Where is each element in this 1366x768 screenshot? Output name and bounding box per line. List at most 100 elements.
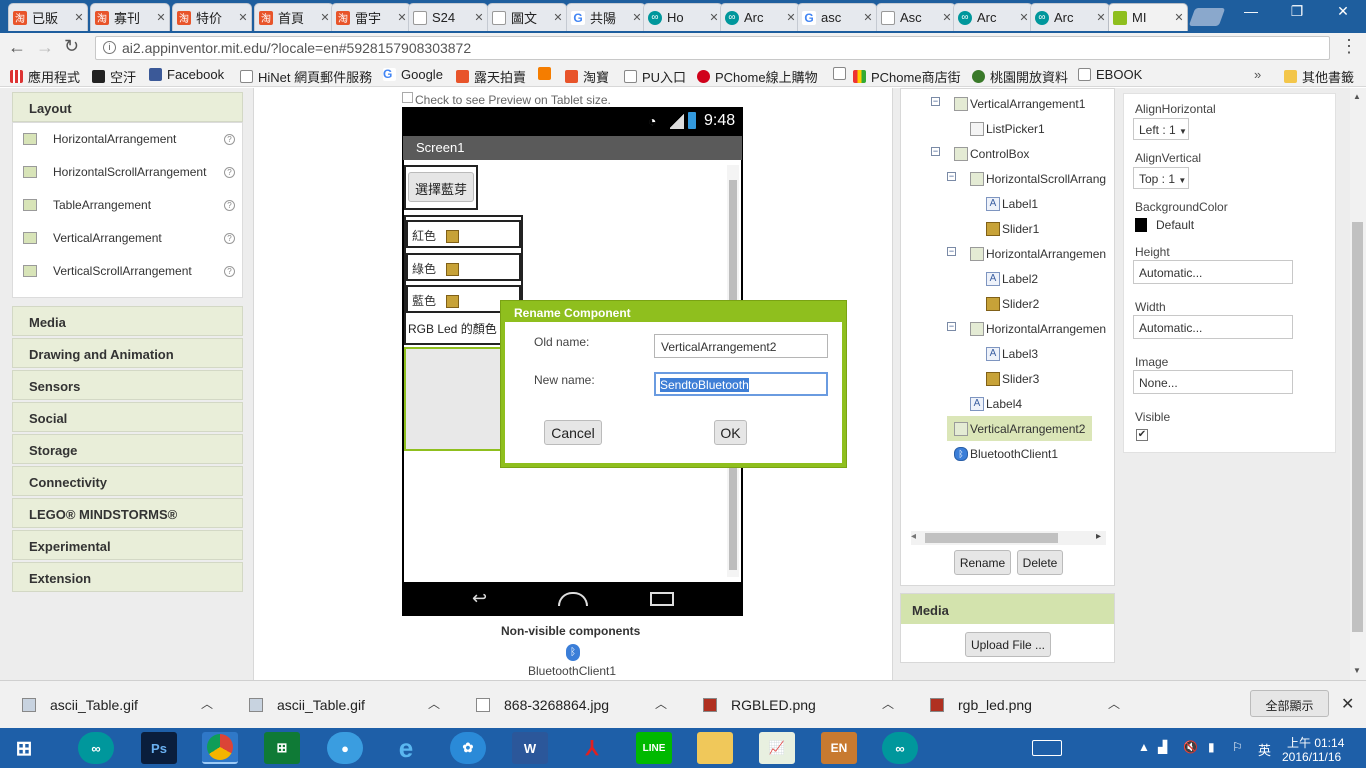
browser-tab[interactable]: 淘首頁 ✕ bbox=[254, 3, 334, 31]
close-tab-icon[interactable]: ✕ bbox=[319, 11, 331, 24]
tablet-preview-checkbox[interactable] bbox=[402, 92, 413, 103]
browser-tab[interactable]: Gasc ✕ bbox=[797, 3, 877, 31]
close-window-button[interactable]: ✕ bbox=[1320, 0, 1366, 22]
download-item[interactable]: ascii_Table.gif bbox=[249, 697, 365, 713]
tree-item[interactable]: HorizontalArrangemen bbox=[970, 322, 1106, 336]
tray-up-icon[interactable]: ▲ bbox=[1138, 740, 1150, 754]
start-button[interactable]: ⊞ bbox=[6, 732, 42, 764]
help-icon[interactable]: ? bbox=[224, 232, 235, 244]
tree-item-selected[interactable]: VerticalArrangement2 bbox=[947, 416, 1092, 441]
bookmark-apps[interactable]: 應用程式 bbox=[10, 67, 80, 86]
close-tab-icon[interactable]: ✕ bbox=[396, 11, 408, 24]
show-all-button[interactable]: 全部顯示 bbox=[1250, 690, 1329, 717]
word-icon[interactable]: W bbox=[512, 732, 548, 764]
bluetooth-icon[interactable]: ᛒ bbox=[566, 644, 580, 661]
image-field[interactable]: None... bbox=[1133, 370, 1293, 394]
bookmark-item[interactable]: 空汙 bbox=[92, 67, 136, 86]
palette-item[interactable]: HorizontalArrangement? bbox=[23, 129, 237, 149]
download-chevron-icon[interactable]: ︿ bbox=[428, 695, 440, 712]
store-icon[interactable]: ⊞ bbox=[264, 732, 300, 764]
slider-icon[interactable] bbox=[446, 263, 460, 277]
page-scrollbar[interactable]: ▲ ▼ bbox=[1350, 88, 1366, 680]
tree-item[interactable]: ControlBox bbox=[954, 147, 1029, 161]
download-item[interactable]: RGBLED.png bbox=[703, 697, 816, 713]
listpicker-button[interactable]: 選擇藍芽 bbox=[408, 172, 474, 202]
tree-item[interactable]: A Label1 bbox=[986, 197, 1038, 211]
visible-checkbox[interactable]: ✔ bbox=[1136, 429, 1148, 441]
bookmark-item[interactable]: EBOOK bbox=[1078, 67, 1142, 82]
palette-category-extension[interactable]: Extension bbox=[12, 562, 243, 592]
bookmark-item[interactable]: 淘寶 bbox=[565, 67, 609, 86]
tree-item[interactable]: Slider1 bbox=[986, 222, 1039, 236]
file-explorer-icon[interactable] bbox=[697, 732, 733, 764]
scrollbar-thumb[interactable] bbox=[925, 533, 1058, 543]
collapse-toggle[interactable]: − bbox=[947, 322, 956, 331]
other-bookmarks[interactable]: 其他書籤 bbox=[1284, 67, 1354, 86]
browser-tab[interactable]: G 共陽 ✕ bbox=[566, 3, 646, 31]
help-icon[interactable]: ? bbox=[224, 166, 235, 178]
tree-item[interactable]: Slider2 bbox=[986, 297, 1039, 311]
line-icon[interactable]: LINE bbox=[636, 732, 672, 764]
scrollbar-thumb[interactable] bbox=[1352, 222, 1363, 632]
bookmark-item[interactable]: 露天拍賣 bbox=[456, 67, 526, 86]
download-chevron-icon[interactable]: ︿ bbox=[201, 695, 213, 712]
browser-tab[interactable]: 圖文 ✕ bbox=[487, 3, 567, 31]
collapse-toggle[interactable]: − bbox=[947, 247, 956, 256]
arduino-icon[interactable]: ∞ bbox=[78, 732, 114, 764]
language-bar-icon[interactable]: EN bbox=[821, 732, 857, 764]
scroll-up-icon[interactable]: ▲ bbox=[1353, 92, 1361, 101]
download-chevron-icon[interactable]: ︿ bbox=[655, 695, 667, 712]
download-chevron-icon[interactable]: ︿ bbox=[1108, 695, 1120, 712]
download-item[interactable]: rgb_led.png bbox=[930, 697, 1032, 713]
palette-item[interactable]: VerticalArrangement? bbox=[23, 228, 237, 248]
scroll-left-icon[interactable]: ◂ bbox=[911, 531, 916, 542]
tree-item[interactable]: A Label3 bbox=[986, 347, 1038, 361]
bookmark-item[interactable]: PChome商店街 bbox=[833, 67, 851, 80]
tray-date[interactable]: 2016/11/16 bbox=[1282, 750, 1341, 764]
ie-icon[interactable]: e bbox=[388, 732, 424, 764]
chart-app-icon[interactable]: 📈 bbox=[759, 732, 795, 764]
scroll-down-icon[interactable]: ▼ bbox=[1353, 666, 1361, 675]
close-tab-icon[interactable]: ✕ bbox=[862, 11, 874, 24]
close-tab-icon[interactable]: ✕ bbox=[155, 11, 167, 24]
palette-category-connectivity[interactable]: Connectivity bbox=[12, 466, 243, 496]
scroll-right-icon[interactable]: ▸ bbox=[1096, 531, 1101, 542]
network-icon[interactable]: ▟ bbox=[1158, 740, 1167, 754]
close-tab-icon[interactable]: ✕ bbox=[552, 11, 564, 24]
photoshop-icon[interactable]: Ps bbox=[141, 732, 177, 764]
collapse-toggle[interactable]: − bbox=[931, 147, 940, 156]
tree-item[interactable]: A Label4 bbox=[970, 397, 1022, 411]
network-app-icon[interactable]: ✿ bbox=[450, 732, 486, 764]
menu-icon[interactable]: ⋮ bbox=[1340, 36, 1358, 57]
new-name-input[interactable]: SendtoBluetooth bbox=[654, 372, 828, 396]
bookmark-item[interactable]: G Google bbox=[383, 67, 443, 82]
close-tab-icon[interactable]: ✕ bbox=[73, 11, 85, 24]
palette-category-social[interactable]: Social bbox=[12, 402, 243, 432]
palette-category-experimental[interactable]: Experimental bbox=[12, 530, 243, 560]
browser-tab[interactable]: ∞ Arc ✕ bbox=[953, 3, 1033, 31]
palette-item[interactable]: VerticalScrollArrangement? bbox=[23, 261, 237, 281]
close-tab-icon[interactable]: ✕ bbox=[1018, 11, 1030, 24]
address-bar[interactable]: i ai2.appinventor.mit.edu/?locale=en#592… bbox=[95, 36, 1330, 60]
delete-button[interactable]: Delete bbox=[1017, 550, 1063, 575]
align-horizontal-select[interactable]: Left : 1 ▼ bbox=[1133, 118, 1189, 140]
tree-item[interactable]: ᛒ BluetoothClient1 bbox=[954, 447, 1058, 461]
bookmark-item[interactable]: B bbox=[538, 67, 556, 80]
close-tab-icon[interactable]: ✕ bbox=[708, 11, 720, 24]
width-field[interactable]: Automatic... bbox=[1133, 315, 1293, 339]
browser-tab[interactable]: ∞ Ho ✕ bbox=[643, 3, 723, 31]
cancel-button[interactable]: Cancel bbox=[544, 420, 602, 445]
minimize-button[interactable]: — bbox=[1228, 0, 1274, 22]
chrome-icon[interactable] bbox=[202, 732, 238, 764]
bookmark-item[interactable]: PChome商店街 bbox=[853, 67, 961, 86]
palette-category-storage[interactable]: Storage bbox=[12, 434, 243, 464]
close-tab-icon[interactable]: ✕ bbox=[1095, 11, 1107, 24]
download-chevron-icon[interactable]: ︿ bbox=[882, 695, 894, 712]
help-icon[interactable]: ? bbox=[224, 199, 235, 211]
keyboard-icon[interactable] bbox=[1032, 740, 1062, 756]
close-tab-icon[interactable]: ✕ bbox=[941, 11, 953, 24]
pdf-icon[interactable]: ⅄ bbox=[574, 732, 610, 764]
forward-icon[interactable]: → bbox=[36, 37, 54, 58]
download-item[interactable]: ascii_Table.gif bbox=[22, 697, 138, 713]
back-icon[interactable]: ← bbox=[8, 37, 26, 58]
